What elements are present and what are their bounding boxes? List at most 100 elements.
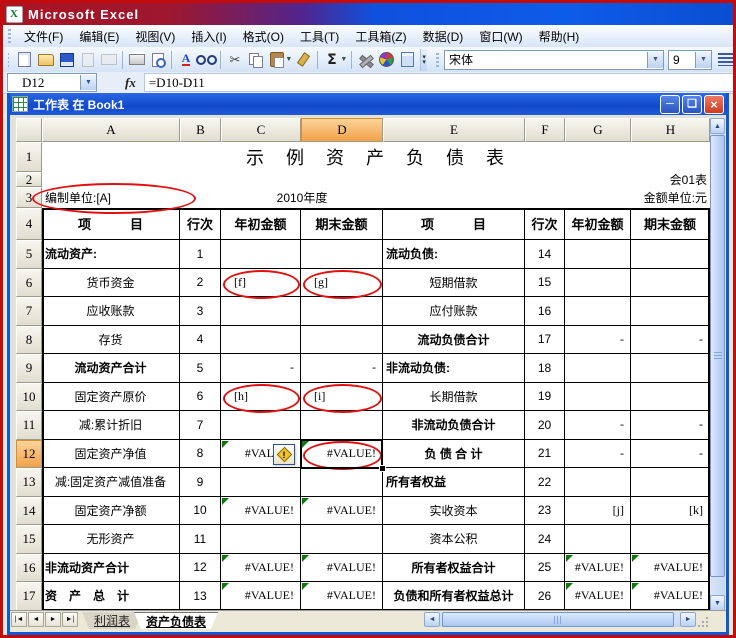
close-button[interactable]: ×: [704, 95, 724, 114]
row-header-2[interactable]: 2: [16, 172, 42, 187]
calculator-icon[interactable]: [397, 50, 418, 70]
cell[interactable]: [565, 383, 631, 412]
row-header-5[interactable]: 5: [16, 240, 42, 269]
menu-item-toolbox[interactable]: 工具箱(Z): [347, 26, 414, 47]
restore-button[interactable]: ❑: [682, 95, 702, 114]
cell[interactable]: 应付账款: [383, 297, 525, 326]
sheet-tab-profit[interactable]: 利润表: [82, 612, 142, 629]
menu-item-data[interactable]: 数据(D): [415, 26, 472, 47]
cell[interactable]: [221, 240, 301, 269]
cell[interactable]: -: [221, 354, 301, 383]
row-header-8[interactable]: 8: [16, 326, 42, 355]
font-size-combo[interactable]: 9 ▼: [668, 50, 712, 70]
cell[interactable]: [301, 411, 383, 440]
cell[interactable]: 17: [525, 326, 565, 355]
cell[interactable]: [301, 326, 383, 355]
row-header-3[interactable]: 3: [16, 187, 42, 208]
cell[interactable]: #VALUE!: [631, 554, 710, 583]
cell[interactable]: [565, 240, 631, 269]
save-icon[interactable]: [56, 50, 77, 70]
cell[interactable]: -: [631, 440, 710, 469]
pinyin-guide-icon[interactable]: [175, 50, 196, 70]
cell[interactable]: 18: [525, 354, 565, 383]
row-header-17[interactable]: 17: [16, 582, 42, 611]
cell[interactable]: #VALUE!: [631, 582, 710, 611]
cell[interactable]: 7: [180, 411, 221, 440]
cell[interactable]: 流动资产:: [42, 240, 180, 269]
copy-icon[interactable]: [245, 50, 266, 70]
row-header-10[interactable]: 10: [16, 383, 42, 412]
cell[interactable]: [221, 468, 301, 497]
row-header-14[interactable]: 14: [16, 497, 42, 526]
cell[interactable]: [221, 326, 301, 355]
cell[interactable]: #VALUE!: [301, 440, 383, 469]
column-header-H[interactable]: H: [631, 118, 710, 142]
scroll-right-icon[interactable]: ►: [680, 612, 696, 627]
cell[interactable]: [631, 240, 710, 269]
cell[interactable]: 15: [525, 269, 565, 298]
cell[interactable]: 流动负债:: [383, 240, 525, 269]
cell[interactable]: 资 产 总 计: [42, 582, 180, 611]
cell[interactable]: [k]: [631, 497, 710, 526]
cell[interactable]: [565, 269, 631, 298]
paste-icon[interactable]: [266, 50, 287, 70]
toolbar-options-chevron-icon[interactable]: ▾▾: [420, 49, 427, 71]
cell[interactable]: 11: [180, 525, 221, 554]
column-header-G[interactable]: G: [565, 118, 631, 142]
toolbar-drag-handle[interactable]: [8, 53, 9, 67]
formula-input[interactable]: =D10-D11: [144, 73, 733, 92]
cell[interactable]: 资本公积: [383, 525, 525, 554]
sheet-tab-balance[interactable]: 资产负债表: [134, 612, 218, 629]
horizontal-scrollbar[interactable]: ◄ ►: [424, 612, 696, 627]
cell[interactable]: -: [631, 411, 710, 440]
cell[interactable]: 1: [180, 240, 221, 269]
cell[interactable]: 长期借款: [383, 383, 525, 412]
cell[interactable]: 10: [180, 497, 221, 526]
cell[interactable]: 22: [525, 468, 565, 497]
cell[interactable]: [565, 468, 631, 497]
cell[interactable]: 负 债 合 计: [383, 440, 525, 469]
cell[interactable]: #VALUE!: [565, 554, 631, 583]
cell[interactable]: [221, 297, 301, 326]
row-header-15[interactable]: 15: [16, 525, 42, 554]
column-header-F[interactable]: F: [525, 118, 565, 142]
cell[interactable]: 26: [525, 582, 565, 611]
row-header-16[interactable]: 16: [16, 554, 42, 583]
menu-item-format[interactable]: 格式(O): [235, 26, 292, 47]
menu-item-view[interactable]: 视图(V): [127, 26, 183, 47]
toolbox-tools-icon[interactable]: [355, 50, 376, 70]
cell[interactable]: 非流动负债合计: [383, 411, 525, 440]
cell[interactable]: 24: [525, 525, 565, 554]
row-header-4[interactable]: 4: [16, 208, 42, 240]
cell[interactable]: 5: [180, 354, 221, 383]
column-header-A[interactable]: A: [42, 118, 180, 142]
menu-item-edit[interactable]: 编辑(E): [71, 26, 127, 47]
name-box[interactable]: D12 ▼: [7, 73, 97, 92]
cell[interactable]: 货币资金: [42, 269, 180, 298]
color-wheel-icon[interactable]: [376, 50, 397, 70]
menu-item-tools[interactable]: 工具(T): [292, 26, 347, 47]
cell[interactable]: -: [631, 326, 710, 355]
cell[interactable]: 所有者权益: [383, 468, 525, 497]
cell[interactable]: 3: [180, 297, 221, 326]
menu-drag-handle[interactable]: [8, 29, 11, 43]
cell[interactable]: 16: [525, 297, 565, 326]
cell[interactable]: 8: [180, 440, 221, 469]
cell[interactable]: 固定资产净额: [42, 497, 180, 526]
cell[interactable]: 非流动资产合计: [42, 554, 180, 583]
cell[interactable]: 2: [180, 269, 221, 298]
cell[interactable]: 减:固定资产减值准备: [42, 468, 180, 497]
cell[interactable]: 4: [180, 326, 221, 355]
print-preview-icon[interactable]: [147, 50, 168, 70]
scroll-up-icon[interactable]: ▲: [710, 118, 725, 134]
row-header-7[interactable]: 7: [16, 297, 42, 326]
cell[interactable]: 23: [525, 497, 565, 526]
cell[interactable]: 14: [525, 240, 565, 269]
cell[interactable]: 25: [525, 554, 565, 583]
cell[interactable]: -: [565, 326, 631, 355]
new-document-icon[interactable]: [14, 50, 35, 70]
scroll-left-icon[interactable]: ◄: [424, 612, 440, 627]
find-icon[interactable]: [196, 50, 217, 70]
cell[interactable]: [631, 297, 710, 326]
cell[interactable]: [631, 468, 710, 497]
